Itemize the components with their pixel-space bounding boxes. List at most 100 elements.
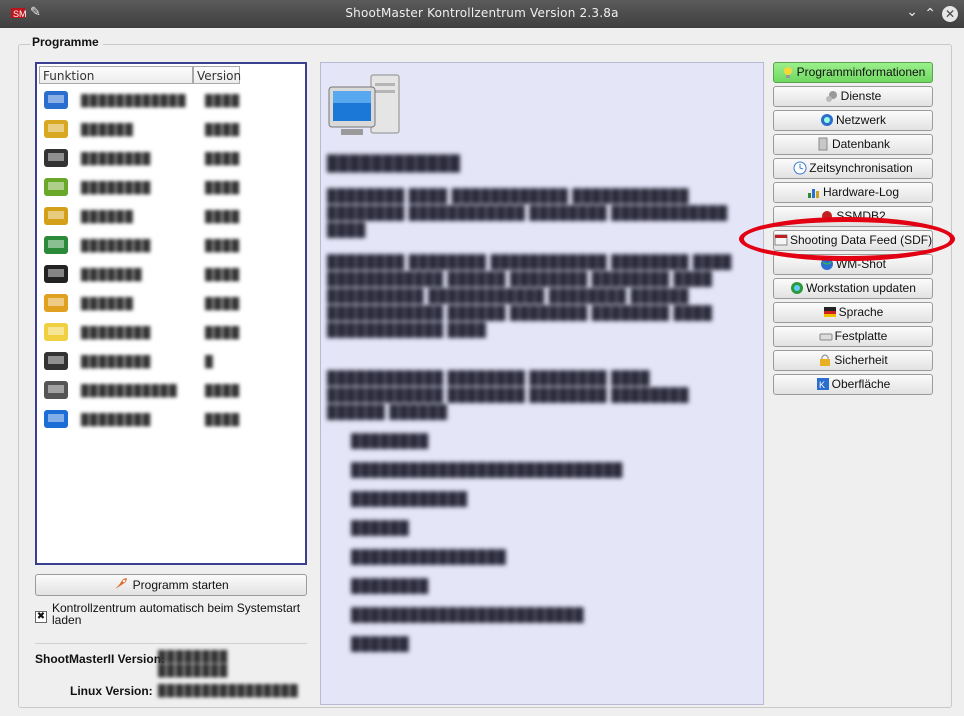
chevron-up-icon[interactable]: ⌃ [924, 6, 936, 22]
drive-icon [819, 329, 833, 343]
list-item[interactable]: ████████ ████ [39, 144, 303, 174]
nav-button-dienste[interactable]: Dienste [773, 86, 933, 107]
nav-button-programminformationen[interactable]: Programminformationen [773, 62, 933, 83]
list-item-version: ████ [205, 124, 241, 136]
nav-button-label: Netzwerk [835, 113, 886, 127]
description-bullet: ████████ [351, 578, 429, 593]
database-icon [816, 137, 830, 151]
list-item-name: ███████████ [81, 385, 178, 397]
shootmaster-version-label: ShootMasterII Version: [35, 652, 166, 666]
list-item[interactable]: ████████ ████ [39, 231, 303, 261]
list-item-version: ████ [205, 95, 241, 107]
nav-button-label: Datenbank [831, 137, 891, 151]
list-item-name: ████████████ [81, 95, 187, 107]
nav-button-label: Zeitsynchronisation [809, 161, 913, 175]
description-bullet: ████████████████████████████ [351, 462, 623, 477]
nav-button-sicherheit[interactable]: Sicherheit [773, 350, 933, 371]
nav-button-label: Festplatte [834, 329, 888, 343]
shootmaster-version-value: ████████ ████████ [158, 651, 229, 677]
start-program-button[interactable]: Programm starten [35, 574, 307, 596]
column-header-version[interactable]: Version [193, 66, 241, 84]
list-item[interactable]: ███████ ████ [39, 260, 303, 290]
list-item[interactable]: ████████ ████ [39, 173, 303, 203]
lock-icon [818, 353, 832, 367]
desktop-icon [41, 407, 71, 433]
terminal-icon [41, 349, 71, 375]
separator [35, 643, 307, 644]
lightbulb-icon [781, 65, 795, 79]
description-bullet: ██████ [351, 636, 410, 651]
nav-button-netzwerk[interactable]: Netzwerk [773, 110, 933, 131]
nav-button-workstation-updaten[interactable]: Workstation updaten [773, 278, 933, 299]
list-item-name: ████████ [81, 153, 152, 165]
kde-icon: K [816, 377, 830, 391]
nav-button-hardware-log[interactable]: Hardware-Log [773, 182, 933, 203]
list-item[interactable]: ██████ ████ [39, 202, 303, 232]
window-titlebar[interactable]: SM ✎ ShootMaster Kontrollzentrum Version… [0, 0, 964, 28]
column-header-funktion[interactable]: Funktion [39, 66, 193, 84]
list-item-version: ████ [205, 182, 241, 194]
phone-icon [41, 378, 71, 404]
list-item[interactable]: ████████████ ████ [39, 86, 303, 116]
list-item-version: █ [205, 356, 214, 368]
close-icon[interactable]: ✕ [942, 6, 958, 22]
target-icon [41, 262, 71, 288]
nav-button-sprache[interactable]: Sprache [773, 302, 933, 323]
description-paragraph-2: ████████ ████████ ████████████ ████████ … [327, 254, 732, 337]
list-item-name: ████████ [81, 327, 152, 339]
nav-button-label: Workstation updaten [806, 281, 916, 295]
list-item[interactable]: ██████ ████ [39, 289, 303, 319]
list-item-version: ████ [205, 298, 241, 310]
flag-icon [823, 305, 837, 319]
linux-version-label: Linux Version: [70, 684, 153, 698]
nav-button-festplatte[interactable]: Festplatte [773, 326, 933, 347]
people-icon [41, 146, 71, 172]
linux-version-value: ████████████████ [158, 685, 299, 697]
list-item[interactable]: ████████ ████ [39, 405, 303, 435]
list-item-name: ██████ [81, 298, 134, 310]
window-title: ShootMaster Kontrollzentrum Version 2.3.… [345, 6, 619, 20]
description-bullet: ████████████ [351, 491, 468, 506]
nav-button-datenbank[interactable]: Datenbank [773, 134, 933, 155]
nav-button-label: Sprache [838, 305, 884, 319]
nav-button-zeitsynchronisation[interactable]: Zeitsynchronisation [773, 158, 933, 179]
list-header: Funktion Version [39, 66, 266, 84]
description-bullet: ████████████████████████ [351, 607, 585, 622]
list-item-name: ████████ [81, 182, 152, 194]
list-item-name: ████████ [81, 240, 152, 252]
list-item[interactable]: ████████ █ [39, 347, 303, 377]
clock-icon [793, 161, 807, 175]
chart-icon [807, 185, 821, 199]
group-label: Programme [30, 35, 103, 49]
arrows-icon [41, 233, 71, 259]
list-item-name: ████████ [81, 356, 152, 368]
list-item-version: ████ [205, 240, 241, 252]
nav-button-label: Oberfläche [831, 377, 891, 391]
list-item-name: ██████ [81, 211, 134, 223]
document-writer-icon [41, 117, 71, 143]
nav-button-label: Sicherheit [834, 353, 888, 367]
monitor-keyboard-icon [41, 88, 71, 114]
rocket-icon [115, 578, 128, 589]
autostart-checkbox[interactable]: ✖ [35, 611, 47, 623]
list-item-name: ████████ [81, 414, 152, 426]
autostart-label[interactable]: Kontrollzentrum automatisch beim Systems… [52, 602, 302, 626]
description-panel: ████████████ ████████ ████ ████████████ … [320, 62, 764, 705]
list-item-version: ████ [205, 211, 241, 223]
list-item-version: ████ [205, 327, 241, 339]
computer-icon [328, 74, 400, 135]
list-item-name: ██████ [81, 124, 134, 136]
description-paragraph-3: ████████████ ████████ ████████ ████ ████… [327, 370, 689, 419]
chevron-down-icon[interactable]: ⌄ [906, 4, 918, 20]
nav-button-label: Dienste [840, 89, 882, 103]
update-globe-icon [790, 281, 804, 295]
nav-button-oberfläche[interactable]: K Oberfläche [773, 374, 933, 395]
description-heading: ████████████ [327, 155, 461, 172]
description-bullet: ████████ [351, 433, 429, 448]
program-list[interactable]: Funktion Version ████████████ ████ ██████ █… [35, 62, 307, 565]
list-item-version: ████ [205, 269, 241, 281]
list-item[interactable]: ████████ ████ [39, 318, 303, 348]
list-item[interactable]: ██████ ████ [39, 115, 303, 145]
pen-chart-icon [41, 175, 71, 201]
list-item[interactable]: ███████████ ████ [39, 376, 303, 406]
